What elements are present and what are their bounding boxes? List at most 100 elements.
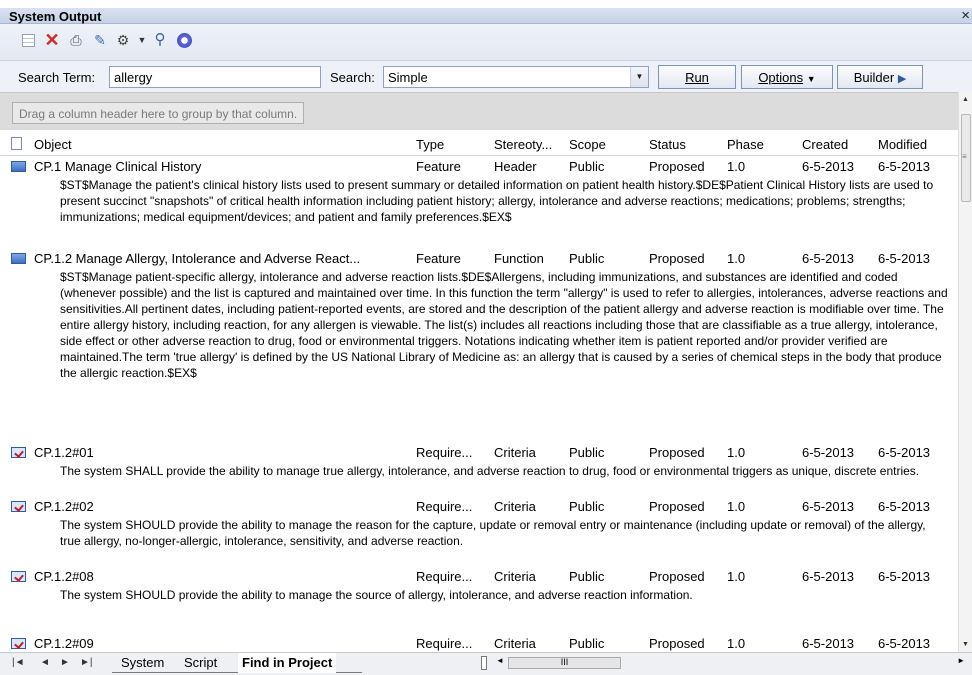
cell-modified: 6-5-2013 — [878, 499, 931, 514]
search-type-select[interactable]: Simple ▼ — [383, 66, 649, 88]
splitter-handle[interactable] — [481, 656, 487, 670]
horizontal-scrollbar[interactable]: ◄ III ► — [481, 656, 967, 672]
document-icon — [11, 137, 22, 150]
cell-stereotype: Criteria — [494, 445, 536, 460]
help-icon[interactable] — [176, 32, 192, 48]
table-row[interactable]: CP.1.2#01 Require... Criteria Public Pro… — [0, 442, 958, 496]
builder-button[interactable]: Builder ▶ — [837, 65, 923, 89]
tab-system[interactable]: System — [117, 653, 168, 673]
requirement-icon — [11, 638, 26, 649]
cell-status: Proposed — [649, 159, 705, 174]
cell-created: 6-5-2013 — [802, 159, 855, 174]
cell-scope: Public — [569, 499, 605, 514]
options-button-label: Options — [758, 70, 804, 85]
group-by-hint: Drag a column header here to group by th… — [12, 102, 305, 124]
tab-script[interactable]: Script — [180, 653, 221, 673]
cell-stereotype: Function — [494, 251, 544, 266]
prev-tab-icon[interactable]: ◄ — [40, 657, 50, 668]
tab-find-in-project[interactable]: Find in Project — [238, 653, 337, 673]
last-tab-icon[interactable]: ►| — [80, 657, 93, 668]
delete-icon[interactable]: ✕ — [44, 31, 60, 49]
search-term-input[interactable]: allergy — [109, 66, 321, 88]
table-row[interactable]: CP.1.2#08 Require... Criteria Public Pro… — [0, 566, 958, 633]
cell-modified: 6-5-2013 — [878, 636, 931, 651]
cell-created: 6-5-2013 — [802, 445, 855, 460]
grip-icon: ≡ — [962, 152, 967, 161]
builder-button-label: Builder — [853, 70, 895, 85]
cell-type: Feature — [416, 159, 461, 174]
scroll-up-icon[interactable]: ▲ — [962, 96, 969, 103]
cell-created: 6-5-2013 — [802, 499, 855, 514]
scroll-down-icon[interactable]: ▼ — [962, 641, 969, 648]
search-term-label: Search Term: — [18, 70, 96, 85]
cell-object: CP.1.2#09 — [34, 636, 94, 651]
cell-object: CP.1.2#08 — [34, 569, 94, 584]
requirement-icon — [11, 447, 26, 458]
column-header-stereotype[interactable]: Stereoty... — [494, 137, 552, 152]
cell-scope: Public — [569, 445, 605, 460]
cell-created: 6-5-2013 — [802, 636, 855, 651]
row-notes: $ST$Manage the patient's clinical histor… — [60, 178, 934, 224]
column-header-phase[interactable]: Phase — [727, 137, 764, 152]
cell-type: Require... — [416, 499, 473, 514]
cell-stereotype: Criteria — [494, 569, 536, 584]
cell-scope: Public — [569, 569, 605, 584]
scroll-thumb[interactable]: III — [508, 657, 621, 669]
cell-stereotype: Criteria — [494, 636, 536, 651]
row-notes: The system SHOULD provide the ability to… — [60, 588, 693, 602]
cell-phase: 1.0 — [727, 251, 746, 266]
close-icon[interactable]: × — [961, 7, 970, 24]
row-notes: The system SHALL provide the ability to … — [60, 464, 920, 478]
panel-title-bar: System Output × — [0, 0, 972, 24]
cell-stereotype: Header — [494, 159, 537, 174]
group-by-area[interactable]: Drag a column header here to group by th… — [0, 92, 958, 130]
column-header-created[interactable]: Created — [802, 137, 848, 152]
cell-scope: Public — [569, 159, 605, 174]
cell-status: Proposed — [649, 251, 705, 266]
column-header-modified[interactable]: Modified — [878, 137, 927, 152]
play-arrow-icon: ▶ — [897, 73, 907, 85]
requirement-icon — [11, 501, 26, 512]
chevron-down-icon: ▼ — [806, 74, 816, 84]
row-notes: $ST$Manage patient-specific allergy, int… — [60, 270, 948, 380]
table-row[interactable]: CP.1 Manage Clinical History Feature Hea… — [0, 156, 958, 242]
feature-icon — [11, 161, 26, 172]
cell-created: 6-5-2013 — [802, 569, 855, 584]
search-type-label: Search: — [330, 70, 375, 85]
grid-icon[interactable] — [20, 32, 36, 48]
scroll-right-icon[interactable]: ► — [957, 656, 965, 665]
cell-object: CP.1.2#01 — [34, 445, 94, 460]
dropdown-arrow-icon[interactable]: ▼ — [134, 32, 150, 48]
table-row[interactable]: CP.1.2 Manage Allergy, Intolerance and A… — [0, 248, 958, 442]
toolbar: ✕ ⎙ ✎ ⚙ ▼ ⚲ — [0, 24, 972, 60]
column-header-type[interactable]: Type — [416, 137, 444, 152]
cell-status: Proposed — [649, 636, 705, 651]
column-header-scope[interactable]: Scope — [569, 137, 606, 152]
row-notes: The system SHOULD provide the ability to… — [60, 518, 926, 548]
vertical-scrollbar[interactable]: ▲ ≡ ▼ — [958, 92, 972, 652]
first-tab-icon[interactable]: |◄ — [12, 657, 25, 668]
cell-scope: Public — [569, 636, 605, 651]
column-header-object[interactable]: Object — [34, 137, 72, 152]
options-button[interactable]: Options ▼ — [741, 65, 833, 89]
search-bar: Search Term: allergy Search: Simple ▼ Ru… — [0, 60, 972, 92]
requirement-icon — [11, 571, 26, 582]
cell-phase: 1.0 — [727, 159, 746, 174]
scroll-left-icon[interactable]: ◄ — [496, 656, 504, 665]
cell-phase: 1.0 — [727, 499, 746, 514]
column-header-status[interactable]: Status — [649, 137, 686, 152]
edit-icon[interactable]: ✎ — [92, 32, 108, 48]
cell-status: Proposed — [649, 499, 705, 514]
table-row[interactable]: CP.1.2#09 Require... Criteria Public Pro… — [0, 633, 958, 652]
cell-created: 6-5-2013 — [802, 251, 855, 266]
cell-phase: 1.0 — [727, 445, 746, 460]
search-icon[interactable]: ⚲ — [152, 32, 168, 48]
chevron-down-icon[interactable]: ▼ — [630, 67, 648, 87]
print-icon[interactable]: ⎙ — [68, 32, 84, 48]
panel-title: System Output — [9, 9, 102, 24]
cell-modified: 6-5-2013 — [878, 569, 931, 584]
next-tab-icon[interactable]: ► — [60, 657, 70, 668]
find-icon[interactable]: ⚙ — [115, 32, 131, 48]
run-button[interactable]: Run — [658, 65, 736, 89]
table-row[interactable]: CP.1.2#02 Require... Criteria Public Pro… — [0, 496, 958, 566]
